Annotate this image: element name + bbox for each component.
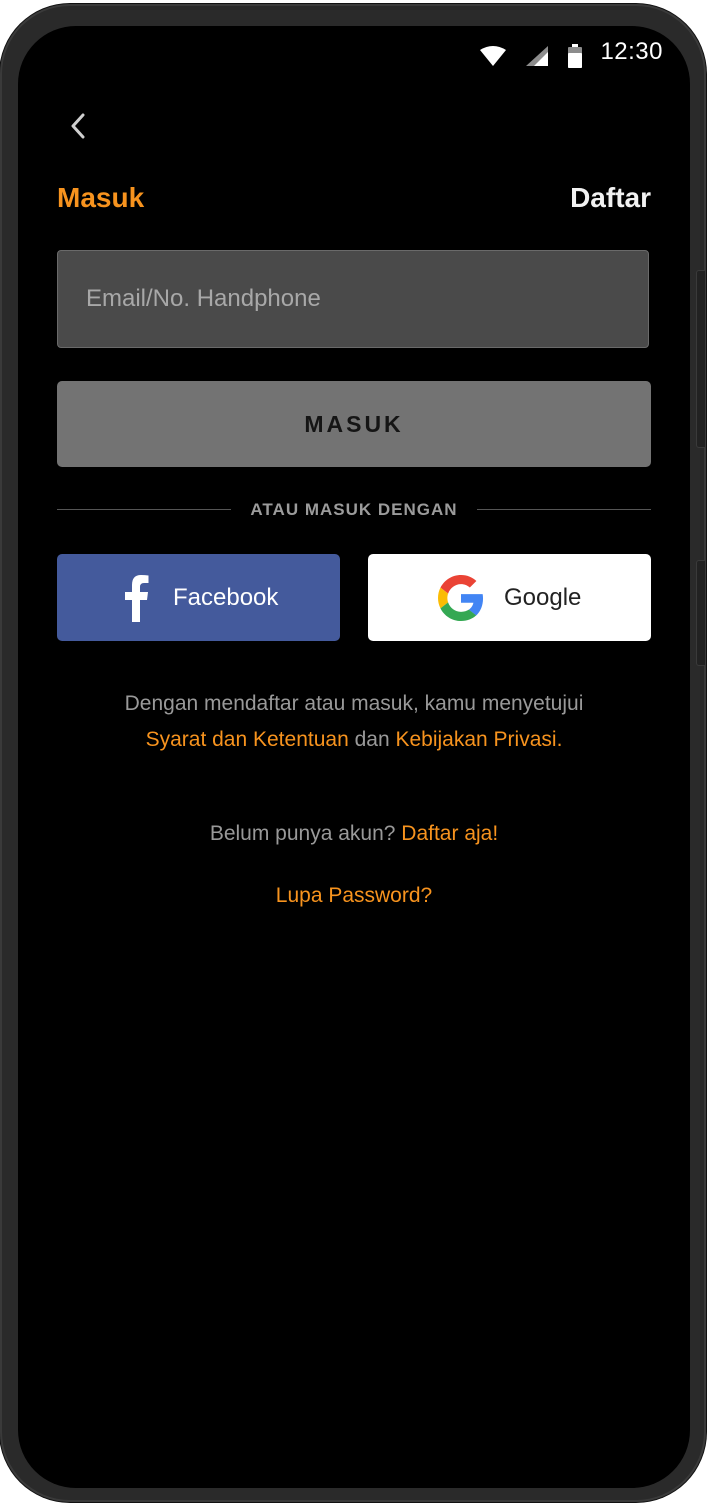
tab-login[interactable]: Masuk bbox=[57, 182, 144, 214]
forgot-password-link[interactable]: Lupa Password? bbox=[276, 884, 432, 907]
or-divider: ATAU MASUK DENGAN bbox=[57, 500, 651, 520]
status-time: 12:30 bbox=[600, 38, 663, 65]
login-button[interactable]: MASUK bbox=[57, 381, 651, 467]
facebook-login-button[interactable]: Facebook bbox=[57, 554, 340, 641]
battery-icon bbox=[568, 44, 582, 68]
chevron-left-icon bbox=[71, 113, 85, 139]
status-icons bbox=[480, 44, 582, 68]
signup-prompt: Belum punya akun? Daftar aja! bbox=[18, 822, 690, 846]
terms-intro: Dengan mendaftar atau masuk, kamu menyet… bbox=[124, 692, 584, 715]
facebook-label: Facebook bbox=[173, 583, 279, 611]
terms-text: Dengan mendaftar atau masuk, kamu menyet… bbox=[18, 686, 690, 758]
screen: 12:30 Masuk Daftar MASUK ATAU MASUK DENG… bbox=[18, 26, 690, 1488]
privacy-link[interactable]: Kebijakan Privasi. bbox=[395, 728, 562, 751]
facebook-icon bbox=[125, 574, 149, 622]
back-button[interactable] bbox=[58, 106, 98, 146]
signup-prompt-text: Belum punya akun? bbox=[209, 822, 396, 845]
wifi-icon bbox=[480, 46, 506, 66]
divider-label: ATAU MASUK DENGAN bbox=[250, 500, 458, 519]
volume-button bbox=[696, 270, 706, 448]
divider-line-right bbox=[477, 509, 651, 510]
google-icon bbox=[438, 574, 484, 621]
forgot-password-row: Lupa Password? bbox=[18, 884, 690, 908]
tab-register[interactable]: Daftar bbox=[570, 182, 651, 214]
email-field[interactable] bbox=[58, 251, 648, 347]
terms-connector: dan bbox=[354, 728, 390, 751]
terms-link[interactable]: Syarat dan Ketentuan bbox=[146, 728, 349, 751]
google-login-button[interactable]: Google bbox=[368, 554, 651, 641]
signup-link[interactable]: Daftar aja! bbox=[401, 822, 498, 845]
google-label: Google bbox=[504, 583, 582, 611]
email-field-container bbox=[57, 250, 649, 348]
phone-frame: 12:30 Masuk Daftar MASUK ATAU MASUK DENG… bbox=[0, 4, 706, 1502]
power-button bbox=[696, 560, 706, 666]
signal-icon bbox=[526, 46, 548, 66]
status-bar: 12:30 bbox=[18, 26, 690, 82]
terms-links-line: Syarat dan Ketentuan dan Kebijakan Priva… bbox=[18, 722, 690, 758]
